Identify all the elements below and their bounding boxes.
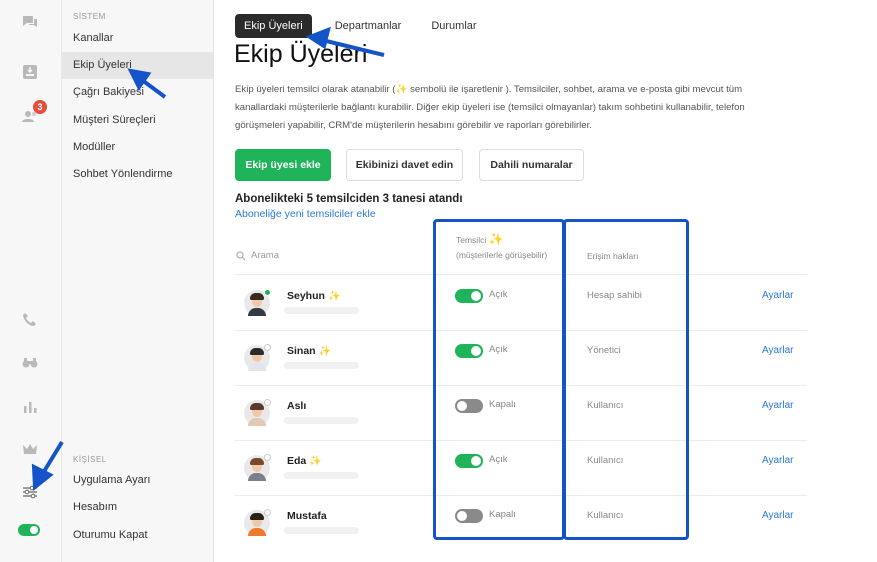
annotation-arrows bbox=[31, 26, 385, 492]
arrow-to-tab bbox=[317, 37, 385, 57]
arrow-head-sliders bbox=[31, 463, 54, 492]
arrow-head-tab bbox=[305, 26, 331, 50]
